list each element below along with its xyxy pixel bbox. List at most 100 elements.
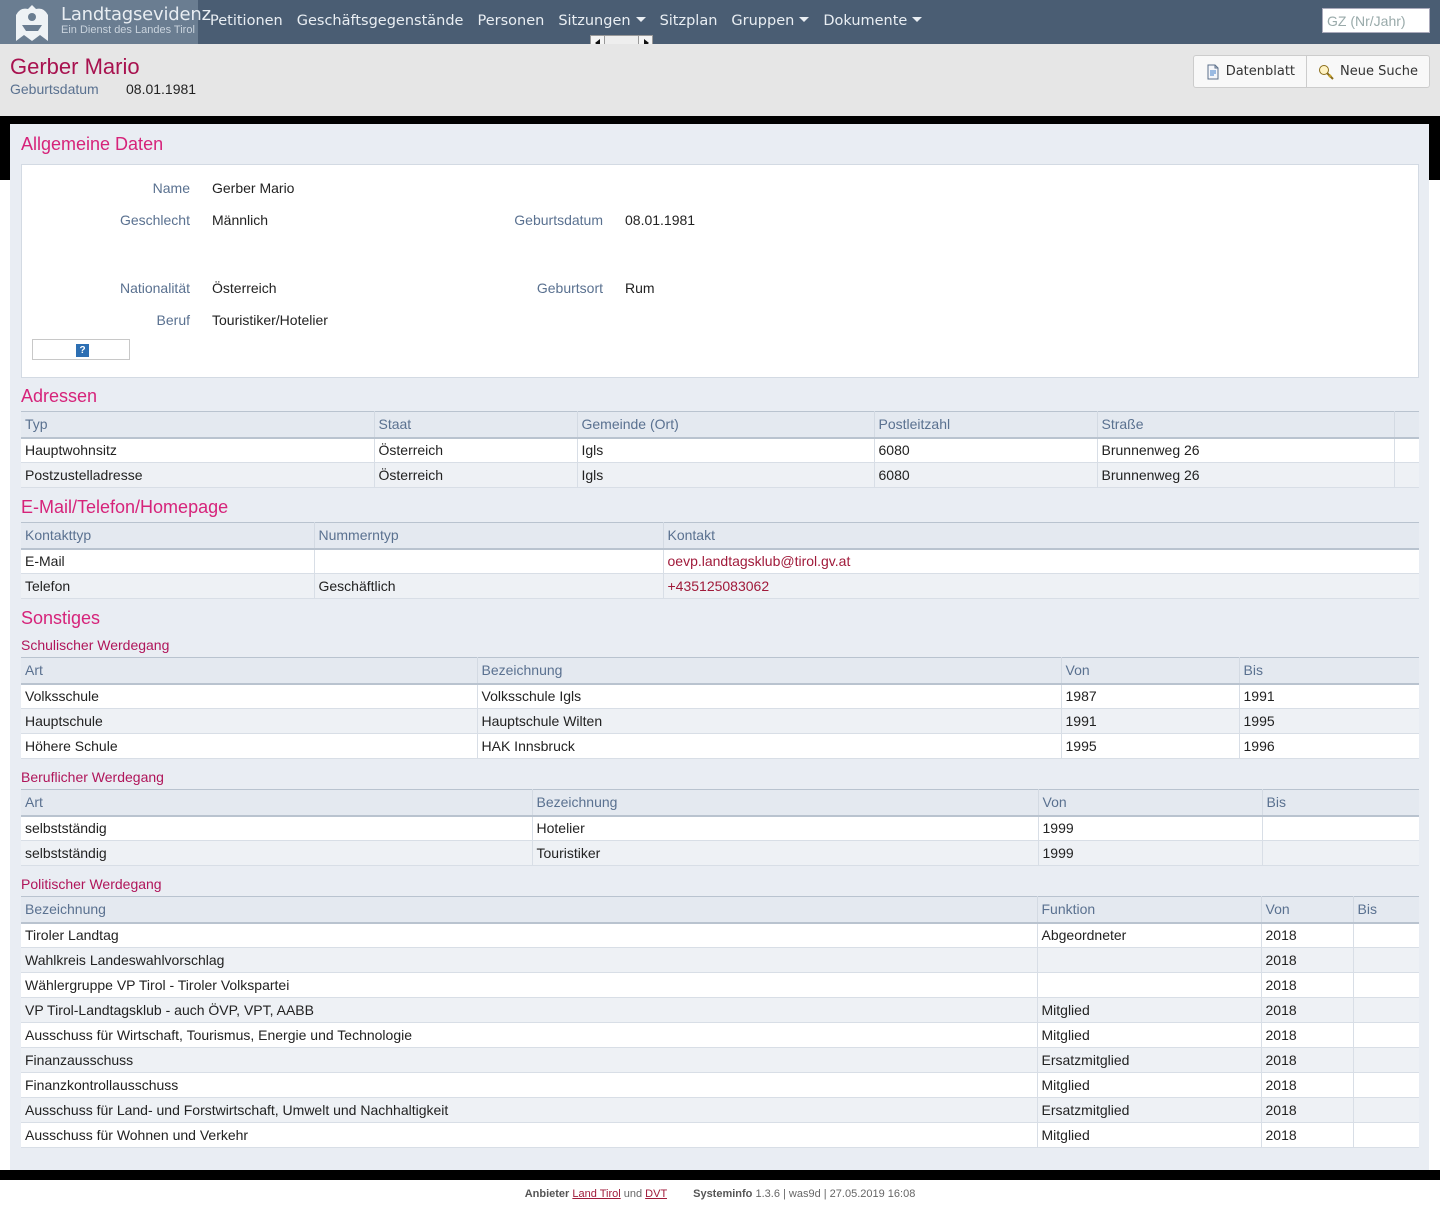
addresses-table: Typ Staat Gemeinde (Ort) Postleitzahl Straße…: [21, 411, 1419, 488]
table-cell: 1996: [1239, 733, 1419, 759]
table-row: Ausschuss für Wirtschaft, Tourismus, Ene…: [21, 1022, 1419, 1048]
table-cell: [1353, 947, 1419, 973]
nav-item-gruppen[interactable]: Gruppen: [724, 0, 816, 44]
nav-item-dokumente[interactable]: Dokumente: [816, 0, 929, 44]
nav-item-sitzplan[interactable]: Sitzplan: [653, 0, 725, 44]
table-cell: [1353, 997, 1419, 1023]
table-cell: [1353, 1047, 1419, 1073]
column-header: Postleitzahl: [874, 411, 1098, 439]
caret-down-icon: [635, 16, 646, 22]
table-cell: Postzustelladresse: [21, 462, 375, 488]
table-cell: Ersatzmitglied: [1037, 1047, 1262, 1073]
nationality-value: Österreich: [212, 280, 277, 296]
table-cell: Hotelier: [532, 815, 1039, 841]
column-header: Kontakttyp: [21, 522, 315, 550]
new-search-label: Neue Suche: [1340, 64, 1418, 79]
table-cell: Ausschuss für Land- und Forstwirtschaft,…: [21, 1097, 1038, 1123]
person-photo-placeholder: ?: [32, 339, 130, 360]
table-cell: VP Tirol-Landtagsklub - auch ÖVP, VPT, A…: [21, 997, 1038, 1023]
header-birth-label: Geburtsdatum: [10, 81, 99, 97]
table-cell: 2018: [1261, 947, 1354, 973]
table-cell: Ausschuss für Wirtschaft, Tourismus, Ene…: [21, 1022, 1038, 1048]
table-cell: Volksschule: [21, 683, 478, 709]
school-table: Art Bezeichnung Von Bis Volksschule Volksschu…: [21, 657, 1419, 759]
top-navbar: Landtagsevidenz Ein Dienst des Landes Ti…: [0, 0, 1440, 44]
app-logo[interactable]: Landtagsevidenz Ein Dienst des Landes Ti…: [0, 0, 211, 44]
table-row: Postzustelladresse Österreich Igls 6080 Brun…: [21, 462, 1419, 488]
table-cell: Mitglied: [1037, 1122, 1262, 1148]
gender-label: Geschlecht: [119, 212, 190, 228]
gender-value: Männlich: [212, 212, 269, 228]
table-cell: E-Mail: [21, 548, 315, 574]
column-header: Art: [21, 657, 478, 685]
table-row: Hauptwohnsitz Österreich Igls 6080 Brunnenwe…: [21, 437, 1419, 463]
table-row: Volksschule Volksschule Igls 1987 1991: [21, 683, 1419, 709]
table-cell: Österreich: [374, 462, 578, 488]
table-cell: selbstständig: [21, 840, 533, 866]
table-row: Ausschuss für Land- und Forstwirtschaft,…: [21, 1097, 1419, 1123]
table-cell: 1987: [1061, 683, 1240, 709]
table-row: Finanzkontrollausschuss Mitglied 2018: [21, 1072, 1419, 1098]
search-input[interactable]: [1322, 8, 1430, 33]
table-cell: Volksschule Igls: [477, 683, 1062, 709]
contact-link[interactable]: +435125083062: [663, 573, 1419, 599]
table-row: Finanzausschuss Ersatzmitglied 2018: [21, 1047, 1419, 1073]
datenblatt-button[interactable]: Datenblatt: [1194, 56, 1306, 87]
column-header: Bis: [1353, 896, 1419, 924]
table-cell: Wählergruppe VP Tirol - Tiroler Volkspar…: [21, 972, 1038, 998]
birthplace-label: Geburtsort: [536, 280, 603, 296]
table-cell: Geschäftlich: [314, 573, 664, 599]
table-cell: 2018: [1261, 1022, 1354, 1048]
table-cell: Ersatzmitglied: [1037, 1097, 1262, 1123]
table-row: Wählergruppe VP Tirol - Tiroler Volkspar…: [21, 972, 1419, 998]
table-cell: [1037, 972, 1262, 998]
table-cell: 1999: [1038, 815, 1263, 841]
nav-item-personen[interactable]: Personen: [470, 0, 551, 44]
new-search-button[interactable]: Neue Suche: [1306, 56, 1429, 87]
person-header: Gerber Mario Geburtsdatum 08.01.1981 Dat…: [0, 44, 1440, 116]
profession-label: Beruf: [156, 312, 190, 328]
table-cell: Ausschuss für Wohnen und Verkehr: [21, 1122, 1038, 1148]
contact-link[interactable]: oevp.landtagsklub@tirol.gv.at: [663, 548, 1419, 574]
table-cell: Tiroler Landtag: [21, 922, 1038, 948]
column-header: Typ: [21, 411, 375, 439]
nav-item-geschäftsgegenstände[interactable]: Geschäftsgegenstände: [290, 0, 471, 44]
table-row: Wahlkreis Landeswahlvorschlag 2018: [21, 947, 1419, 973]
table-cell: 2018: [1261, 972, 1354, 998]
table-cell: 6080: [874, 437, 1098, 463]
profession-value: Touristiker/Hotelier: [212, 312, 328, 328]
column-header: Von: [1061, 657, 1240, 685]
caret-down-icon: [799, 16, 810, 22]
datenblatt-label: Datenblatt: [1225, 64, 1296, 79]
contacts-table: Kontakttyp Nummerntyp Kontakt E-Mail oevp.la…: [21, 522, 1419, 599]
political-subsection-title: Politischer Werdegang: [21, 876, 162, 892]
table-cell: Hauptschule: [21, 708, 478, 734]
caret-down-icon: [912, 16, 923, 22]
content-panel: Allgemeine Daten Name Gerber Mario Gesch…: [10, 124, 1429, 1170]
footer-sysinfo-label: Systeminfo: [693, 1188, 753, 1200]
nav-item-petitionen[interactable]: Petitionen: [203, 0, 290, 44]
table-cell: Mitglied: [1037, 1022, 1262, 1048]
table-cell: 2018: [1261, 922, 1354, 948]
birthdate-label: Geburtsdatum: [514, 212, 603, 228]
table-row: VP Tirol-Landtagsklub - auch ÖVP, VPT, A…: [21, 997, 1419, 1023]
footer-link-land-tirol[interactable]: Land Tirol: [572, 1188, 620, 1200]
table-cell: Finanzkontrollausschuss: [21, 1072, 1038, 1098]
nav-item-label: Personen: [477, 13, 545, 29]
table-cell: Telefon: [21, 573, 315, 599]
column-header: Staat: [374, 411, 578, 439]
table-cell: selbstständig: [21, 815, 533, 841]
name-label: Name: [152, 180, 190, 196]
table-cell: [1353, 922, 1419, 948]
table-cell: Höhere Schule: [21, 733, 478, 759]
table-cell: Mitglied: [1037, 997, 1262, 1023]
footer-link-dvt[interactable]: DVT: [645, 1188, 667, 1200]
table-cell: [1262, 815, 1419, 841]
column-header: Bis: [1239, 657, 1419, 685]
table-cell: Hauptwohnsitz: [21, 437, 375, 463]
table-cell: 1995: [1061, 733, 1240, 759]
table-cell: Igls: [577, 437, 875, 463]
birthdate-value: 08.01.1981: [625, 212, 696, 228]
column-header: Art: [21, 789, 533, 817]
table-cell: 1991: [1061, 708, 1240, 734]
